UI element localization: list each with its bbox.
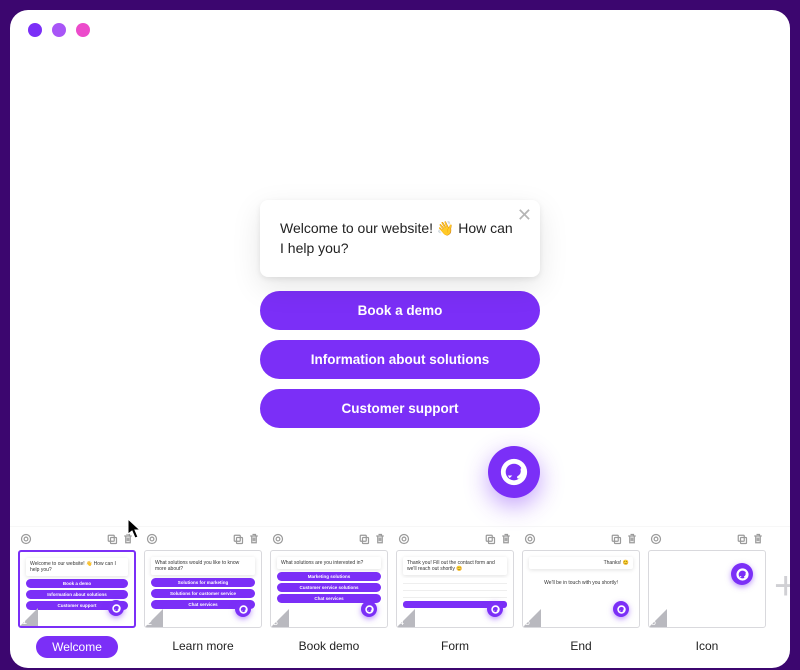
thumbnail-preview: What solutions are you interested in? Mar…	[277, 557, 381, 621]
slide-number: 6	[651, 617, 656, 627]
add-slide-button[interactable]: +	[774, 531, 790, 641]
chat-bubble-icon	[500, 458, 528, 486]
window-dot	[28, 23, 42, 37]
chat-message-card: ✕ Welcome to our website! 👋 How can I he…	[260, 200, 540, 277]
slide-shelf: Welcome to our website! 👋 How can I help…	[10, 526, 790, 668]
slide-number: 4	[399, 617, 404, 627]
slide-column: Welcome to our website! 👋 How can I help…	[18, 531, 136, 658]
trash-icon[interactable]	[500, 533, 512, 545]
slide-number: 2	[147, 617, 152, 627]
slide-toolbar	[270, 531, 388, 547]
trash-icon[interactable]	[752, 533, 764, 545]
preview-launcher-icon	[108, 600, 124, 616]
preview-form-field	[403, 592, 507, 598]
thumbnail-preview: What solutions would you like to know mo…	[151, 557, 255, 621]
slide-number: 1	[22, 616, 27, 626]
slide-column: What solutions are you interested in? Mar…	[270, 531, 388, 656]
thumbnail-preview: Thanks! 😊 We'll be in touch with you shor…	[529, 557, 633, 621]
chat-option-button[interactable]: Customer support	[260, 389, 540, 428]
slide-label[interactable]: End	[558, 636, 603, 656]
close-icon[interactable]: ✕	[517, 206, 532, 224]
preview-message: Thank you! Fill out the contact form and…	[403, 557, 507, 575]
slide-thumbnail[interactable]: What solutions are you interested in? Mar…	[270, 550, 388, 628]
preview-launcher-icon	[731, 563, 753, 585]
chat-option-button[interactable]: Book a demo	[260, 291, 540, 330]
slide-label[interactable]: Icon	[684, 636, 731, 656]
slide-number: 5	[525, 617, 530, 627]
chat-message-text: Welcome to our website! 👋 How can I help…	[280, 218, 520, 259]
slide-thumbnail[interactable]: Thank you! Fill out the contact form and…	[396, 550, 514, 628]
target-icon[interactable]	[146, 533, 158, 545]
trash-icon[interactable]	[626, 533, 638, 545]
thumbnail-preview: Welcome to our website! 👋 How can I help…	[26, 558, 128, 620]
target-icon[interactable]	[20, 533, 32, 545]
slide-label[interactable]: Learn more	[160, 636, 245, 656]
slide-label[interactable]: Form	[429, 636, 481, 656]
chat-option-button[interactable]: Information about solutions	[260, 340, 540, 379]
preview-option: Book a demo	[26, 579, 128, 588]
preview-option: Solutions for marketing	[151, 578, 255, 587]
target-icon[interactable]	[398, 533, 410, 545]
target-icon[interactable]	[272, 533, 284, 545]
duplicate-icon[interactable]	[232, 533, 244, 545]
preview-message: What solutions would you like to know mo…	[151, 557, 255, 575]
duplicate-icon[interactable]	[484, 533, 496, 545]
slide-thumbnail[interactable]: Thanks! 😊 We'll be in touch with you shor…	[522, 550, 640, 628]
preview-launcher-icon	[235, 601, 251, 617]
preview-option: Solutions for customer service	[151, 589, 255, 598]
slide-toolbar	[648, 531, 766, 547]
slide-column: Thank you! Fill out the contact form and…	[396, 531, 514, 656]
duplicate-icon[interactable]	[736, 533, 748, 545]
preview-option: Information about solutions	[26, 590, 128, 599]
slide-label[interactable]: Welcome	[36, 636, 118, 658]
preview-launcher-icon	[487, 601, 503, 617]
preview-form-field	[403, 585, 507, 591]
preview-message: Welcome to our website! 👋 How can I help…	[26, 558, 128, 576]
preview-launcher-icon	[361, 601, 377, 617]
preview-message: What solutions are you interested in?	[277, 557, 381, 569]
trash-icon[interactable]	[374, 533, 386, 545]
window-titlebar	[10, 10, 790, 50]
slide-thumbnail[interactable]: 6	[648, 550, 766, 628]
slide-column: What solutions would you like to know mo…	[144, 531, 262, 656]
chat-launcher[interactable]	[488, 446, 540, 498]
chat-widget-preview: ✕ Welcome to our website! 👋 How can I he…	[260, 200, 540, 498]
duplicate-icon[interactable]	[358, 533, 370, 545]
target-icon[interactable]	[524, 533, 536, 545]
thumbnail-preview: Thank you! Fill out the contact form and…	[403, 557, 507, 621]
preview-subtext: We'll be in touch with you shortly!	[529, 580, 633, 586]
slide-toolbar	[396, 531, 514, 547]
window-dot	[52, 23, 66, 37]
target-icon[interactable]	[650, 533, 662, 545]
preview-option: Marketing solutions	[277, 572, 381, 581]
preview-option: Customer service solutions	[277, 583, 381, 592]
slide-thumbnail[interactable]: Welcome to our website! 👋 How can I help…	[18, 550, 136, 628]
slide-toolbar	[144, 531, 262, 547]
window-dot	[76, 23, 90, 37]
preview-form-field	[403, 578, 507, 584]
slide-label[interactable]: Book demo	[287, 636, 372, 656]
preview-launcher-icon	[613, 601, 629, 617]
slide-toolbar	[18, 531, 136, 547]
slide-column: 6 Icon	[648, 531, 766, 656]
duplicate-icon[interactable]	[610, 533, 622, 545]
editor-canvas: ✕ Welcome to our website! 👋 How can I he…	[10, 50, 790, 526]
slide-toolbar	[522, 531, 640, 547]
preview-message: Thanks! 😊	[529, 557, 633, 569]
slide-number: 3	[273, 617, 278, 627]
slide-column: Thanks! 😊 We'll be in touch with you shor…	[522, 531, 640, 656]
slide-thumbnail[interactable]: What solutions would you like to know mo…	[144, 550, 262, 628]
app-window: ✕ Welcome to our website! 👋 How can I he…	[10, 10, 790, 668]
duplicate-icon[interactable]	[106, 533, 118, 545]
trash-icon[interactable]	[248, 533, 260, 545]
trash-icon[interactable]	[122, 533, 134, 545]
thumbnail-preview	[655, 557, 759, 621]
